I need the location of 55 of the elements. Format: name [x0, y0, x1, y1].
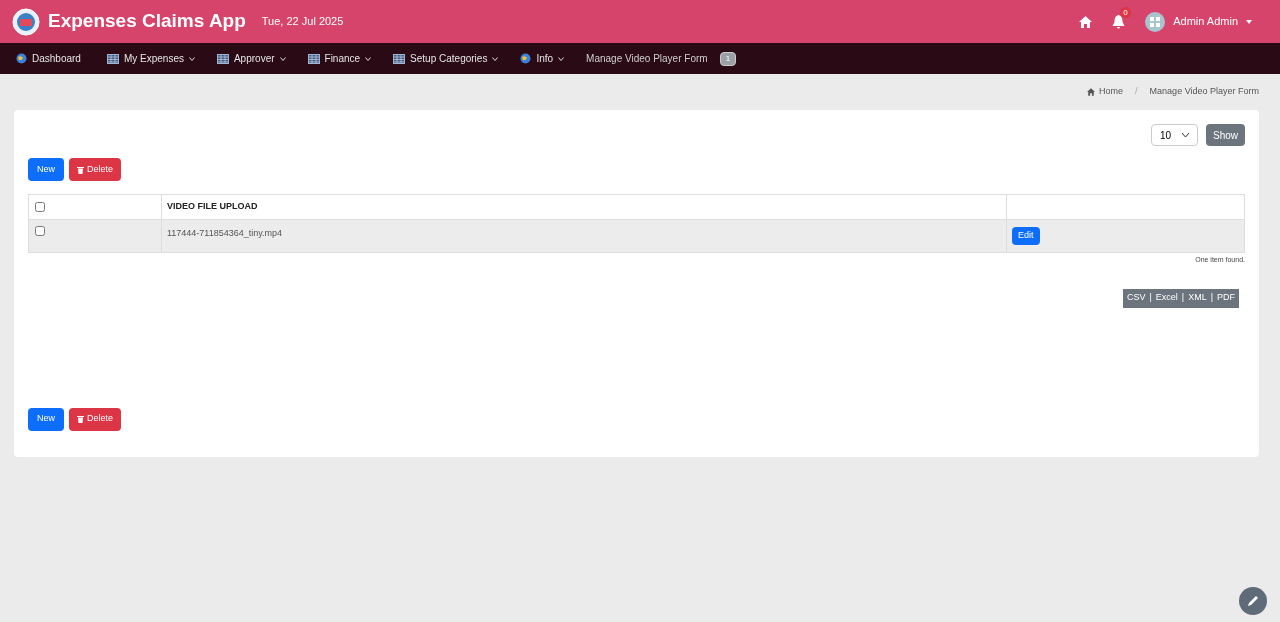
edit-button[interactable]: Edit: [1012, 227, 1040, 245]
nav-menu-item[interactable]: My Expenses: [123, 51, 184, 66]
calendar-icon: [216, 53, 229, 64]
trash-icon: [77, 165, 84, 174]
trash-icon: [77, 415, 84, 423]
nav-badge: 1: [719, 51, 737, 66]
globe-icon: [16, 53, 27, 64]
separator: |: [1181, 291, 1185, 305]
calendar-icon: [307, 53, 320, 64]
nav-menu-item[interactable]: Dashboard: [32, 51, 81, 66]
new-button[interactable]: New: [28, 158, 64, 181]
app-logo-icon: [12, 7, 40, 36]
notification-count: 0: [1120, 6, 1131, 18]
separator: |: [1210, 291, 1213, 305]
show-button[interactable]: Show: [1206, 124, 1245, 146]
caret-icon: [1182, 133, 1189, 137]
current-date: Tue, 22 Jul 2025: [261, 14, 344, 30]
calendar-icon: [106, 53, 119, 64]
nav-menu-item[interactable]: Approver: [233, 51, 275, 66]
export-link[interactable]: CSV: [1125, 291, 1147, 305]
caret-icon: [1246, 19, 1252, 24]
globe-icon: [520, 53, 532, 64]
pencil-icon: [1247, 595, 1259, 607]
notification-bell-icon[interactable]: [1112, 14, 1126, 29]
app-title: Expenses Claims App: [48, 9, 246, 34]
export-link[interactable]: PDF: [1216, 291, 1236, 305]
home-icon: [1087, 88, 1096, 96]
select-all-checkbox[interactable]: [35, 202, 45, 212]
table-cell: 117444-711854364_tiny.mp4: [167, 228, 283, 238]
chevron-down-icon: [558, 56, 565, 61]
export-link[interactable]: Excel: [1154, 291, 1179, 305]
breadcrumb-link[interactable]: Home: [1099, 85, 1124, 99]
edit-fab-button[interactable]: [1239, 587, 1267, 615]
nav-menu-item[interactable]: Finance: [324, 51, 361, 66]
column-header: VIDEO FILE UPLOAD: [161, 194, 1007, 220]
nav-menu-item[interactable]: Manage Video Player Form: [586, 51, 708, 66]
breadcrumb-separator: /: [1135, 85, 1138, 99]
chevron-down-icon: [188, 56, 195, 61]
new-button[interactable]: New: [28, 407, 64, 431]
delete-button[interactable]: Delete: [69, 158, 122, 181]
breadcrumb-current: Manage Video Player Form: [1149, 85, 1259, 99]
calendar-icon: [393, 53, 406, 64]
chevron-down-icon: [365, 56, 372, 61]
page-size-select[interactable]: 10: [1151, 124, 1198, 146]
separator: |: [1149, 291, 1152, 305]
user-menu[interactable]: Admin Admin: [1173, 13, 1238, 30]
home-icon[interactable]: [1079, 15, 1093, 28]
delete-button[interactable]: Delete: [69, 407, 122, 431]
nav-menu-item[interactable]: Setup Categories: [410, 51, 488, 66]
nav-menu-item[interactable]: Info: [536, 51, 554, 66]
chevron-down-icon: [279, 56, 286, 61]
export-link[interactable]: XML: [1187, 291, 1208, 305]
row-checkbox[interactable]: [35, 226, 45, 236]
chevron-down-icon: [492, 56, 499, 61]
user-avatar-icon[interactable]: [1145, 11, 1166, 32]
